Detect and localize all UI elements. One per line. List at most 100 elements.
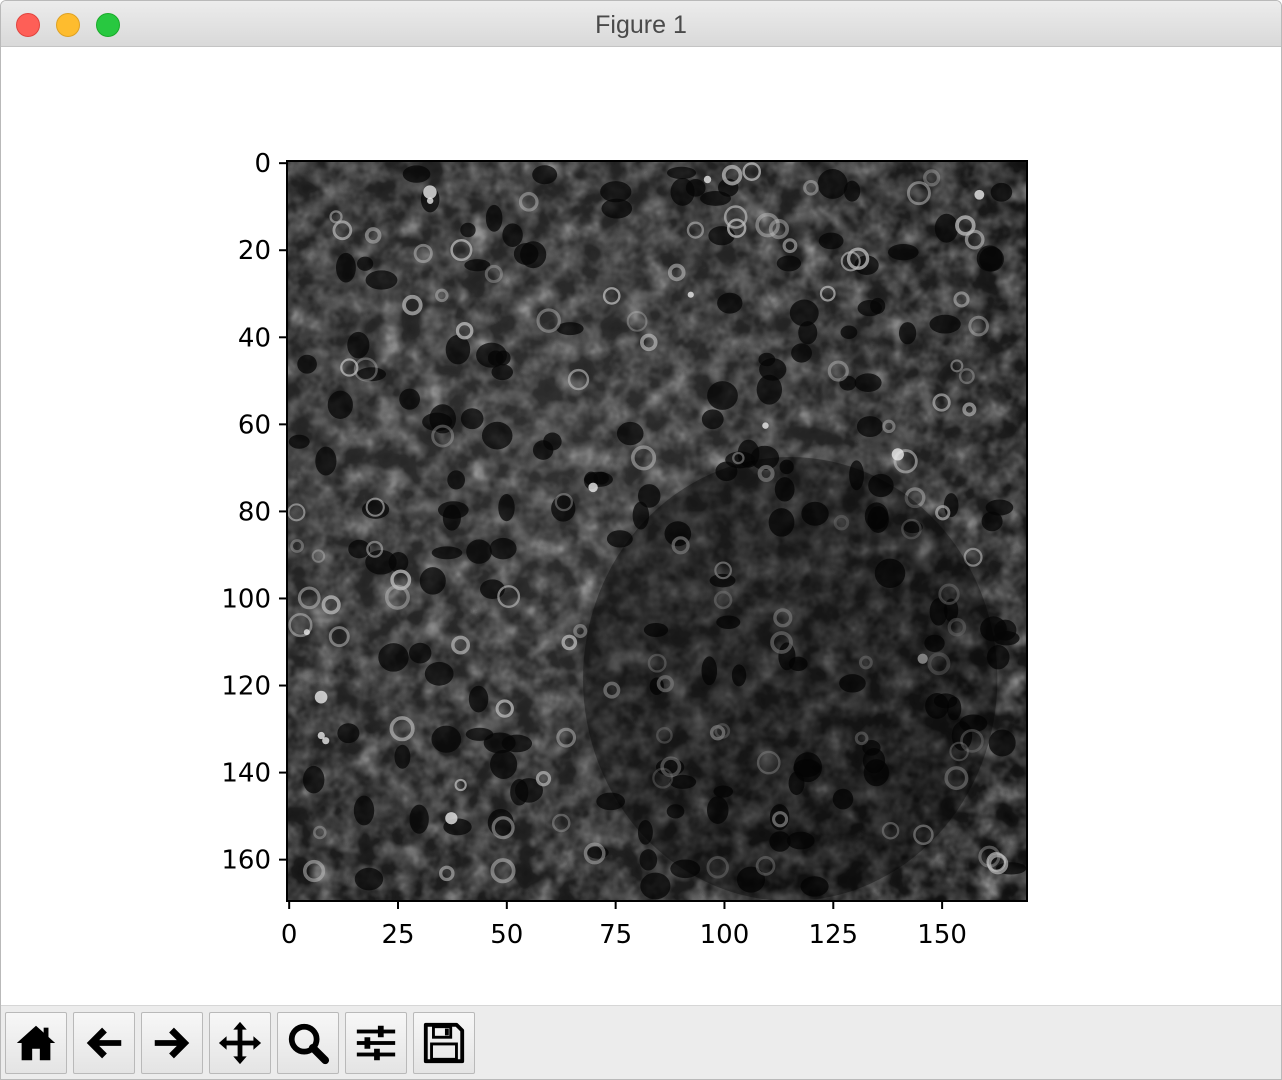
dark-cell <box>431 725 462 753</box>
home-button[interactable] <box>5 1012 67 1074</box>
y-tick-label: 80 <box>238 497 271 527</box>
dark-cell <box>532 440 554 460</box>
dark-cell <box>388 552 409 573</box>
x-tick-label: 0 <box>281 920 298 950</box>
bright-spot <box>891 448 904 461</box>
image-plot[interactable]: 0 25 50 75 100 125 150 0 20 40 60 80 100 120 140 160 <box>1 47 1281 1005</box>
dark-cell <box>600 181 632 203</box>
bright-spot <box>687 291 694 298</box>
dark-cell <box>994 619 1017 641</box>
dark-cell <box>447 470 465 490</box>
dark-cell <box>759 358 787 381</box>
dark-cell <box>468 685 489 713</box>
dark-cell <box>490 749 518 779</box>
dark-cell <box>476 342 507 368</box>
dark-cell <box>460 222 476 238</box>
bright-spot <box>445 812 458 825</box>
sliders-icon <box>356 1025 396 1061</box>
arrow-left-icon <box>86 1027 122 1059</box>
move-icon <box>218 1021 262 1065</box>
dark-cell <box>640 872 671 900</box>
dark-cell <box>394 744 411 769</box>
dark-cell <box>365 270 398 290</box>
dark-cell <box>288 434 310 449</box>
dark-cell <box>408 642 432 664</box>
dark-cell <box>520 241 547 269</box>
y-tick-label: 140 <box>221 759 271 789</box>
y-tick-label: 0 <box>254 149 271 179</box>
dark-cell <box>485 204 503 232</box>
dark-cell <box>870 297 886 314</box>
dark-cell <box>856 416 883 438</box>
dark-cell <box>981 511 1003 532</box>
dark-cell <box>424 661 454 686</box>
dark-cell <box>498 494 515 522</box>
dark-cell <box>357 256 374 271</box>
dark-cell <box>335 252 356 283</box>
x-tick-label: 100 <box>700 920 750 950</box>
dark-cell <box>399 388 421 410</box>
dark-cell <box>489 537 517 560</box>
dark-cell <box>347 331 370 359</box>
dark-cell <box>327 390 353 419</box>
dark-cell <box>431 546 463 560</box>
dark-cell <box>297 354 317 374</box>
pan-button[interactable] <box>209 1012 271 1074</box>
y-tick-label: 160 <box>221 846 271 876</box>
y-tick-label: 120 <box>221 672 271 702</box>
figure-canvas[interactable]: 0 25 50 75 100 125 150 0 20 40 60 80 100 120 140 160 <box>1 47 1281 1005</box>
x-tick-label: 75 <box>599 920 632 950</box>
dark-cell <box>854 373 882 393</box>
bright-spot <box>303 629 310 636</box>
navigation-toolbar <box>1 1005 1281 1079</box>
bright-spot <box>423 185 437 199</box>
floppy-disk-icon <box>423 1022 465 1064</box>
y-tick-label: 40 <box>238 323 271 353</box>
forward-button[interactable] <box>141 1012 203 1074</box>
save-button[interactable] <box>413 1012 475 1074</box>
dark-cell <box>818 232 844 250</box>
dark-cell <box>354 867 384 891</box>
dark-cell <box>337 723 360 744</box>
dark-cell <box>717 292 743 314</box>
dark-cell <box>976 245 1003 272</box>
dark-cell <box>798 321 818 345</box>
y-tick-label: 100 <box>221 584 271 614</box>
dark-cell <box>988 729 1016 757</box>
zoom-button[interactable] <box>277 1012 339 1074</box>
dark-cell <box>637 484 661 508</box>
dark-cell <box>934 213 959 243</box>
dark-cell <box>419 567 446 595</box>
dark-cell <box>460 408 484 430</box>
magnifier-icon <box>288 1023 330 1065</box>
dark-cell <box>429 404 457 434</box>
dark-cell <box>943 493 959 518</box>
back-button[interactable] <box>73 1012 135 1074</box>
x-tick-label: 50 <box>490 920 523 950</box>
dark-cell <box>840 325 858 340</box>
bright-spot <box>314 690 328 704</box>
dark-cell <box>685 179 706 197</box>
window-title: Figure 1 <box>595 11 687 39</box>
dark-cell <box>701 409 724 430</box>
dark-cell <box>378 643 409 672</box>
dark-cell <box>707 381 738 410</box>
dark-cell <box>465 727 494 741</box>
dark-cell <box>442 504 461 531</box>
x-tick-label: 125 <box>808 920 858 950</box>
dark-cell <box>532 165 558 185</box>
dark-cell <box>791 343 812 363</box>
dark-cell <box>481 421 513 450</box>
configure-subplots-button[interactable] <box>345 1012 407 1074</box>
bright-spot <box>588 482 598 493</box>
dark-cell <box>817 168 848 199</box>
title-bar[interactable]: Figure 1 <box>1 1 1281 47</box>
bright-spot <box>762 422 769 429</box>
dark-cell <box>666 166 697 180</box>
y-tick-label: 60 <box>238 410 271 440</box>
dark-cell <box>302 765 325 794</box>
figure-window: Figure 1 0 25 50 75 100 125 150 0 20 40 … <box>0 0 1282 1080</box>
dark-cell <box>990 182 1013 202</box>
bright-spot <box>974 189 985 200</box>
dark-cell <box>315 446 337 476</box>
